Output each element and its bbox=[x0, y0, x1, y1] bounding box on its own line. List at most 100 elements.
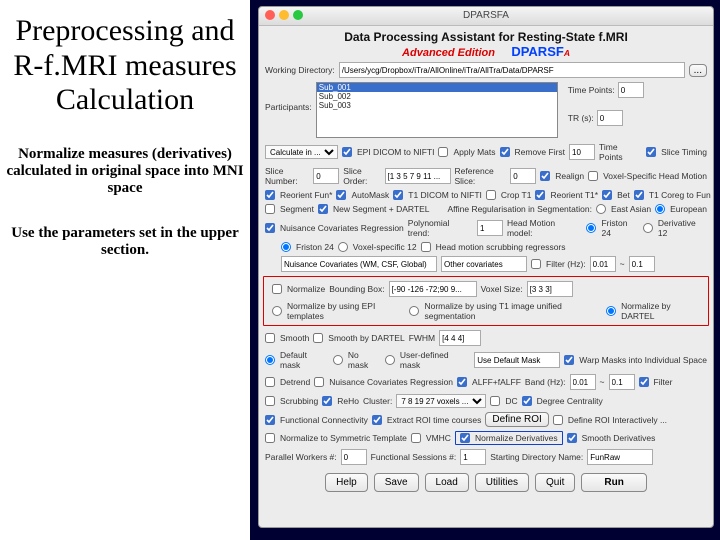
calculate-in-select[interactable]: Calculate in ... bbox=[265, 145, 338, 159]
slide-para-2: Use the parameters set in the upper sect… bbox=[6, 225, 244, 259]
participants-list[interactable]: Sub_001 Sub_002 Sub_003 bbox=[316, 82, 558, 138]
list-item[interactable]: Sub_001 bbox=[317, 83, 557, 92]
poly-trend-input[interactable] bbox=[477, 220, 503, 236]
functional-connectivity-checkbox[interactable] bbox=[265, 415, 275, 425]
slice-order-input[interactable] bbox=[385, 168, 451, 184]
normalize-symmetric-checkbox[interactable] bbox=[265, 433, 275, 443]
normalize-checkbox[interactable] bbox=[272, 284, 282, 294]
cluster-label: Cluster: bbox=[363, 396, 392, 406]
nuisance-cov-reg-checkbox[interactable] bbox=[265, 223, 275, 233]
reho-checkbox[interactable] bbox=[322, 396, 332, 406]
zoom-icon[interactable] bbox=[293, 10, 303, 20]
t1-dicom-checkbox[interactable] bbox=[393, 190, 403, 200]
user-mask-radio[interactable] bbox=[385, 355, 395, 365]
voxel-size-label: Voxel Size: bbox=[481, 284, 523, 294]
slide-title: Preprocessing and R-f.MRI measures Calcu… bbox=[4, 14, 246, 118]
apply-mats-checkbox[interactable] bbox=[438, 147, 448, 157]
tr-input[interactable] bbox=[597, 110, 623, 126]
filter1-lo-input[interactable] bbox=[590, 256, 616, 272]
save-button[interactable]: Save bbox=[374, 473, 419, 492]
reorient-fun-checkbox[interactable] bbox=[265, 190, 275, 200]
run-button[interactable]: Run bbox=[581, 473, 646, 492]
deriv12-radio[interactable] bbox=[643, 223, 653, 233]
segment-checkbox[interactable] bbox=[265, 204, 275, 214]
normalize-derivatives-checkbox[interactable] bbox=[460, 433, 470, 443]
define-roi-interactive-checkbox[interactable] bbox=[553, 415, 563, 425]
realign-checkbox[interactable] bbox=[540, 171, 550, 181]
normalize-dartel-label: Normalize by DARTEL bbox=[621, 301, 700, 321]
smooth-derivatives-checkbox[interactable] bbox=[567, 433, 577, 443]
crop-t1-checkbox[interactable] bbox=[486, 190, 496, 200]
normalize-epi-radio[interactable] bbox=[272, 306, 282, 316]
functional-sessions-input[interactable] bbox=[460, 449, 486, 465]
alff-checkbox[interactable] bbox=[457, 377, 467, 387]
window-controls[interactable] bbox=[265, 10, 303, 20]
minimize-icon[interactable] bbox=[279, 10, 289, 20]
normalize-t1-radio[interactable] bbox=[409, 306, 419, 316]
friston24b-radio[interactable] bbox=[281, 242, 291, 252]
friston24-radio[interactable] bbox=[586, 223, 596, 233]
working-directory-input[interactable] bbox=[339, 62, 685, 78]
time-points-input[interactable] bbox=[618, 82, 644, 98]
utilities-button[interactable]: Utilities bbox=[475, 473, 529, 492]
working-directory-browse-button[interactable]: ... bbox=[689, 64, 707, 77]
default-mask-radio[interactable] bbox=[265, 355, 275, 365]
scrubbing-checkbox[interactable] bbox=[265, 396, 275, 406]
parallel-workers-input[interactable] bbox=[341, 449, 367, 465]
close-icon[interactable] bbox=[265, 10, 275, 20]
voxel-size-input[interactable] bbox=[527, 281, 573, 297]
warp-masks-checkbox[interactable] bbox=[564, 355, 574, 365]
degree-centrality-checkbox[interactable] bbox=[522, 396, 532, 406]
load-button[interactable]: Load bbox=[425, 473, 469, 492]
detrend-checkbox[interactable] bbox=[265, 377, 275, 387]
east-asian-radio[interactable] bbox=[596, 204, 606, 214]
filter1-checkbox[interactable] bbox=[531, 259, 541, 269]
smooth-checkbox[interactable] bbox=[265, 333, 275, 343]
normalize-dartel-radio[interactable] bbox=[606, 306, 616, 316]
reorient-t1-checkbox[interactable] bbox=[535, 190, 545, 200]
fwhm-input[interactable] bbox=[439, 330, 481, 346]
slice-timing-checkbox[interactable] bbox=[646, 147, 656, 157]
filter2-checkbox[interactable] bbox=[639, 377, 649, 387]
voxspec12-radio[interactable] bbox=[338, 242, 348, 252]
smooth-dartel-checkbox[interactable] bbox=[313, 333, 323, 343]
no-mask-radio[interactable] bbox=[333, 355, 343, 365]
remove-first-checkbox[interactable] bbox=[500, 147, 510, 157]
voxel-headmotion-checkbox[interactable] bbox=[588, 171, 598, 181]
list-item[interactable]: Sub_003 bbox=[317, 101, 557, 110]
band-lo-input[interactable] bbox=[570, 374, 596, 390]
quit-button[interactable]: Quit bbox=[535, 473, 575, 492]
dc-label: DC bbox=[505, 396, 517, 406]
t1-coreg-checkbox[interactable] bbox=[634, 190, 644, 200]
window-title: DPARSFA bbox=[463, 10, 509, 21]
band-hi-input[interactable] bbox=[609, 374, 635, 390]
other-cov-input[interactable] bbox=[441, 256, 527, 272]
new-segment-checkbox[interactable] bbox=[318, 204, 328, 214]
filter1-hi-input[interactable] bbox=[629, 256, 655, 272]
logo-text: DPARSF bbox=[511, 44, 563, 59]
vmhc-checkbox[interactable] bbox=[411, 433, 421, 443]
user-mask-input[interactable] bbox=[474, 352, 560, 368]
extract-roi-checkbox[interactable] bbox=[372, 415, 382, 425]
nuisance-cov-input[interactable] bbox=[281, 256, 437, 272]
slice-number-input[interactable] bbox=[313, 168, 339, 184]
bounding-box-input[interactable] bbox=[389, 281, 477, 297]
automask-checkbox[interactable] bbox=[336, 190, 346, 200]
starting-dir-input[interactable] bbox=[587, 449, 653, 465]
list-item[interactable]: Sub_002 bbox=[317, 92, 557, 101]
detrend-ncr-checkbox[interactable] bbox=[314, 377, 324, 387]
define-roi-button[interactable]: Define ROI bbox=[485, 412, 548, 427]
cluster-select[interactable]: 7 8 19 27 voxels ... bbox=[396, 394, 486, 408]
detrend-ncr-label: Nuisance Covariates Regression bbox=[329, 377, 453, 387]
dc-checkbox[interactable] bbox=[490, 396, 500, 406]
reference-slice-input[interactable] bbox=[510, 168, 536, 184]
reference-slice-label: Reference Slice: bbox=[455, 166, 507, 186]
hm-scrubbing-checkbox[interactable] bbox=[421, 242, 431, 252]
epi-dicom-checkbox[interactable] bbox=[342, 147, 352, 157]
remove-first-input[interactable] bbox=[569, 144, 595, 160]
crop-t1-label: Crop T1 bbox=[501, 190, 532, 200]
help-button[interactable]: Help bbox=[325, 473, 368, 492]
european-radio[interactable] bbox=[655, 204, 665, 214]
detrend-label: Detrend bbox=[280, 377, 310, 387]
bet-checkbox[interactable] bbox=[602, 190, 612, 200]
